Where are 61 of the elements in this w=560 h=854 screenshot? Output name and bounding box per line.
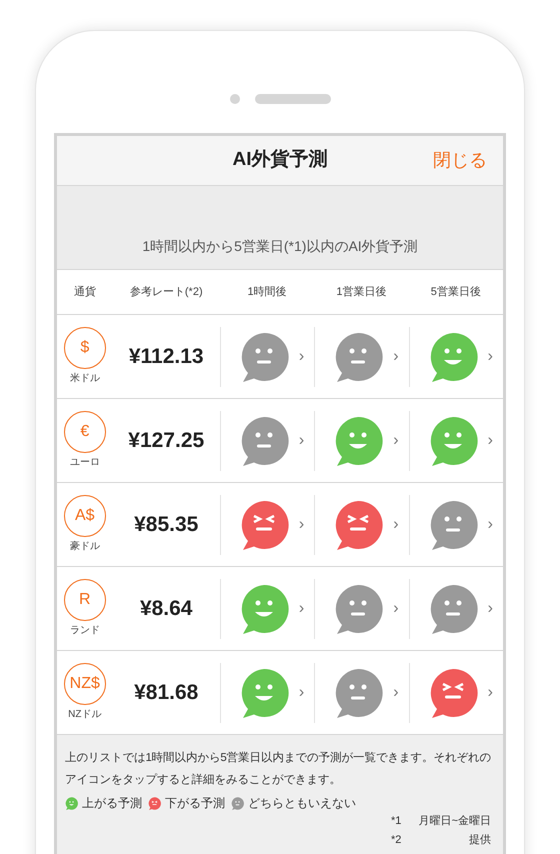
currency-name: ランド: [70, 624, 100, 638]
column-header: 通貨: [72, 284, 97, 300]
rate-value: ¥8.64: [138, 596, 194, 622]
legend-label: どちらともいえない: [248, 795, 356, 812]
rate-value: ¥112.13: [128, 344, 205, 370]
column-header: 1営業日後: [335, 284, 388, 300]
forecast-button[interactable]: ›: [220, 326, 314, 386]
close-button[interactable]: 閉じる: [433, 147, 487, 174]
chevron-icon: ›: [393, 344, 399, 368]
currency-icon: €: [64, 411, 106, 453]
chevron-icon: ›: [298, 596, 304, 620]
column-header: 参考レート(*2): [128, 284, 204, 300]
chevron-icon: ›: [298, 512, 304, 536]
chevron-icon: ›: [298, 680, 304, 704]
chevron-icon: ›: [488, 512, 493, 536]
forecast-button[interactable]: ›: [314, 410, 409, 470]
currency-name: NZドル: [68, 708, 102, 722]
column-header: 5営業日後: [430, 284, 482, 300]
currency-icon: $: [64, 327, 106, 369]
forecast-button[interactable]: ›: [408, 662, 504, 722]
forecast-button[interactable]: ›: [408, 410, 504, 470]
note-text: 上のリストでは1時間以内から5営業日以内までの予測が一覧できます。それぞれのアイコンをタップすると詳細をみることができます。: [65, 750, 492, 788]
column-header: 1時間後: [246, 284, 288, 300]
forecast-button[interactable]: ›: [314, 578, 409, 638]
chevron-icon: ›: [393, 680, 399, 704]
forecast-button[interactable]: ›: [408, 326, 504, 386]
chevron-icon: ›: [488, 344, 493, 368]
forecast-button[interactable]: ›: [220, 410, 314, 470]
footnote-mark: *2: [391, 833, 402, 848]
chevron-icon: ›: [488, 596, 493, 620]
legend-label: 下がる予測: [165, 795, 225, 812]
forecast-button[interactable]: ›: [408, 578, 504, 638]
currency-name: 米ドル: [70, 372, 100, 386]
currency-icon: R: [64, 579, 106, 621]
chevron-icon: ›: [488, 428, 493, 452]
forecast-button[interactable]: ›: [314, 494, 409, 554]
currency-name: 豪ドル: [70, 540, 100, 554]
currency-icon: A$: [64, 495, 106, 537]
window-title: AI外貨予測: [232, 148, 328, 172]
forecast-button[interactable]: ›: [408, 494, 504, 554]
forecast-button[interactable]: ›: [314, 326, 409, 386]
chevron-icon: ›: [488, 680, 493, 704]
currency-name: ユーロ: [70, 456, 100, 470]
footnote-text: 月曜日~金曜日: [418, 814, 491, 829]
forecast-button[interactable]: ›: [220, 662, 314, 722]
chevron-icon: ›: [393, 596, 399, 620]
rate-value: ¥81.68: [133, 680, 200, 706]
chevron-icon: ›: [393, 428, 399, 452]
footnote-mark: *1: [391, 814, 402, 829]
rate-value: ¥127.25: [127, 428, 206, 454]
chevron-icon: ›: [298, 428, 304, 452]
forecast-button[interactable]: ›: [314, 662, 409, 722]
subtitle: 1時間以内から5営業日(*1)以内のAI外貨予測: [142, 237, 418, 256]
footnote-text: 提供: [469, 833, 491, 848]
forecast-button[interactable]: ›: [220, 578, 314, 638]
forecast-button[interactable]: ›: [220, 494, 314, 554]
currency-icon: NZ$: [64, 663, 106, 705]
chevron-icon: ›: [393, 512, 399, 536]
chevron-icon: ›: [298, 344, 304, 368]
rate-value: ¥85.35: [133, 512, 200, 538]
legend-label: 上がる予測: [82, 795, 142, 812]
